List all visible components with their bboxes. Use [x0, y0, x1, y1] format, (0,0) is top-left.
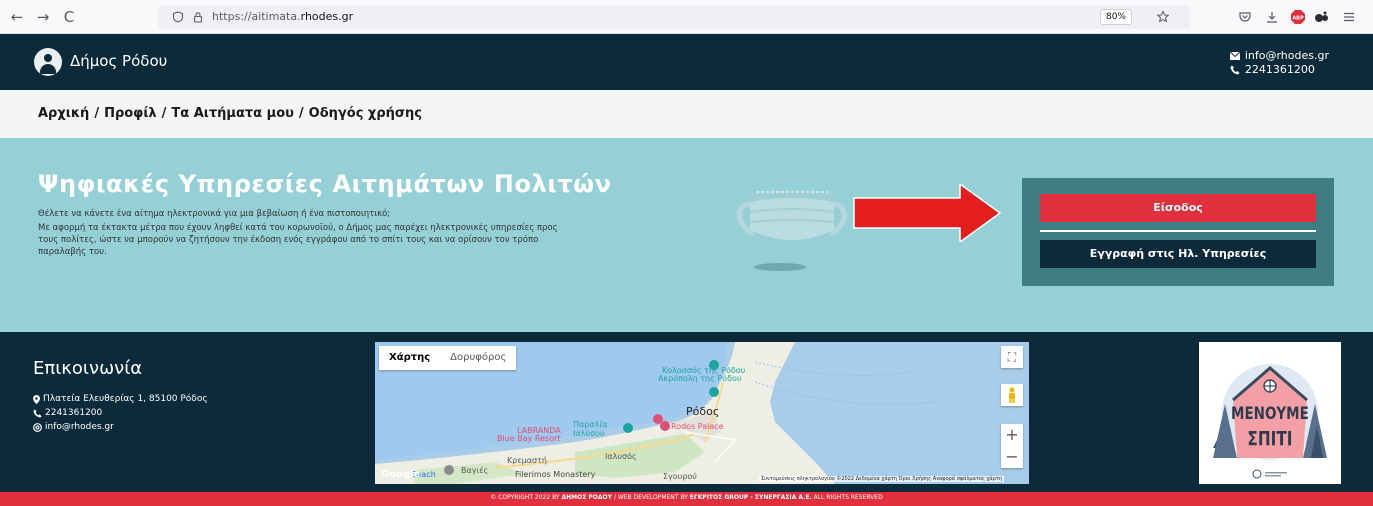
- map-attribution[interactable]: Συντομεύσεις πληκτρολογίου ©2022 Δεδομέν…: [759, 476, 1005, 482]
- footer-title: Επικοινωνία: [33, 358, 143, 379]
- login-panel: Είσοδος Εγγραφή στις Ηλ. Υπηρεσίες: [1022, 178, 1334, 286]
- lock-icon[interactable]: [192, 11, 204, 23]
- zoom-indicator[interactable]: 80%: [1099, 9, 1132, 25]
- map-label[interactable]: Rodos Palace: [671, 422, 724, 431]
- crumb-my-requests[interactable]: Τα Αιτήματα μου: [171, 106, 294, 121]
- crumb-separator: /: [94, 106, 100, 121]
- map-zoom-in-button[interactable]: +: [1001, 424, 1023, 446]
- poster-text: ΜΕΝΟΥΜΕ: [1231, 403, 1309, 423]
- map-label[interactable]: Ακρόπολη της Ρόδου: [658, 374, 741, 383]
- crumb-profile[interactable]: Προφίλ: [104, 106, 157, 121]
- map-label[interactable]: Filerimos Monastery: [515, 470, 595, 479]
- browser-toolbar: ← → C https://aitimata.rhodes.gr 80% ABP: [0, 0, 1373, 34]
- location-pin-icon: [33, 394, 40, 404]
- header-contact: info@rhodes.gr 2241361200: [1229, 49, 1329, 77]
- crumb-user-guide[interactable]: Οδηγός χρήσης: [309, 106, 422, 121]
- at-sign-icon: [33, 422, 42, 432]
- panel-divider: [1040, 230, 1316, 232]
- shield-icon[interactable]: [172, 11, 184, 23]
- back-button[interactable]: ←: [8, 8, 26, 26]
- extension-icon[interactable]: [1314, 10, 1330, 24]
- hero-section: Ψηφιακές Υπηρεσίες Αιτημάτων Πολιτών Θέλ…: [0, 138, 1373, 332]
- envelope-icon: [1229, 52, 1240, 60]
- site-brand[interactable]: Δήμος Ρόδου: [70, 52, 167, 70]
- fullscreen-icon[interactable]: ⛶: [1001, 346, 1023, 368]
- map-label: Κρεμαστή: [507, 456, 547, 465]
- footer: Επικοινωνία Πλατεία Ελευθερίας 1, 85100 …: [0, 332, 1373, 492]
- bookmark-star-icon[interactable]: [1156, 10, 1170, 24]
- crumb-home[interactable]: Αρχική: [38, 106, 89, 121]
- site-header: Δήμος Ρόδου info@rhodes.gr 2241361200: [0, 34, 1373, 90]
- address-bar[interactable]: https://aitimata.rhodes.gr 80%: [158, 5, 1190, 29]
- poster-text: ΣΠΙΤΙ: [1247, 429, 1292, 451]
- map-label[interactable]: Ιαλύσου: [573, 429, 605, 438]
- hero-question: Θέλετε να κάνετε ένα αίτημα ηλεκτρονικά …: [38, 209, 391, 219]
- crumb-separator: /: [161, 106, 167, 121]
- footer-phone[interactable]: 2241361200: [45, 406, 102, 420]
- google-logo: Google: [381, 469, 421, 480]
- copyright-bar: © COPYRIGHT 2022 BY ΔΗΜΟΣ ΡΟΔΟΥ / WEB DE…: [0, 492, 1373, 506]
- user-avatar-icon[interactable]: [34, 48, 62, 76]
- embedded-map[interactable]: Χάρτης Δορυφόρος Κολοσσός της Ρόδου Ακρό…: [375, 342, 1029, 484]
- stay-home-poster: ΜΕΝΟΥΜΕ ΣΠΙΤΙ: [1199, 342, 1341, 484]
- map-label: Ρόδος: [686, 405, 720, 418]
- url-text: https://aitimata.rhodes.gr: [212, 10, 354, 23]
- pocket-icon[interactable]: [1238, 10, 1252, 24]
- phone-icon: [33, 408, 42, 418]
- map-zoom-out-button[interactable]: −: [1001, 446, 1023, 468]
- map-tab-satellite[interactable]: Δορυφόρος: [440, 346, 516, 370]
- login-button[interactable]: Είσοδος: [1040, 194, 1316, 222]
- menu-icon[interactable]: [1342, 10, 1356, 24]
- header-phone[interactable]: 2241361200: [1245, 63, 1315, 77]
- reload-button[interactable]: C: [60, 8, 78, 26]
- street-view-pegman-icon[interactable]: [1001, 384, 1023, 406]
- footer-address: Πλατεία Ελευθερίας 1, 85100 Ρόδος: [43, 394, 208, 404]
- map-zoom-control: + −: [1001, 424, 1023, 468]
- crumb-separator: /: [298, 106, 304, 121]
- face-mask-illustration: [736, 190, 847, 271]
- forward-button[interactable]: →: [34, 8, 52, 26]
- map-tab-map[interactable]: Χάρτης: [379, 346, 440, 370]
- map-label[interactable]: Blue Bay Resort: [497, 434, 561, 443]
- phone-icon: [1230, 65, 1240, 75]
- developer-link[interactable]: ΕΓΚΡΙΤΟΣ GROUP - ΣΥΝΕΡΓΑΣΙΑ Α.Ε.: [690, 494, 812, 501]
- breadcrumb: Αρχική / Προφίλ / Τα Αιτήματα μου / Οδηγ…: [0, 90, 1373, 138]
- hero-description: Θέλετε να κάνετε ένα αίτημα ηλεκτρονικά …: [38, 208, 578, 260]
- download-icon[interactable]: [1265, 10, 1279, 24]
- map-label: Ιαλυσός: [605, 452, 637, 461]
- svg-text:ABP: ABP: [1292, 16, 1304, 22]
- hero-title: Ψηφιακές Υπηρεσίες Αιτημάτων Πολιτών: [38, 170, 612, 198]
- map-label: Βαγιές: [461, 466, 489, 475]
- footer-contact-info: Πλατεία Ελευθερίας 1, 85100 Ρόδος 224136…: [33, 392, 208, 434]
- map-label[interactable]: Παραλία: [573, 420, 607, 429]
- red-arrow-icon: [853, 184, 1002, 242]
- map-label: Σγουρού: [663, 472, 697, 481]
- register-button[interactable]: Εγγραφή στις Ηλ. Υπηρεσίες: [1040, 240, 1316, 268]
- header-email[interactable]: info@rhodes.gr: [1245, 49, 1329, 63]
- map-type-tabs: Χάρτης Δορυφόρος: [379, 346, 517, 370]
- adblock-icon[interactable]: ABP: [1290, 9, 1306, 25]
- hero-paragraph: Με αφορμή τα έκτακτα μέτρα που έχουν ληφ…: [38, 223, 558, 257]
- footer-email[interactable]: info@rhodes.gr: [45, 420, 114, 434]
- owner-link[interactable]: ΔΗΜΟΣ ΡΟΔΟΥ: [561, 494, 612, 501]
